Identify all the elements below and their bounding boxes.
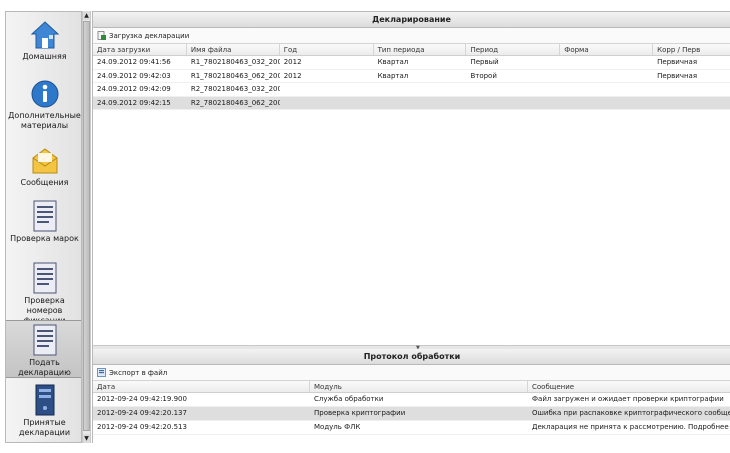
cell: 2012-09-24 09:42:20.137 [97,409,187,417]
protocol-title: Протокол обработки [93,349,730,365]
protocol-panel: Протокол обработки Экспорт в файл Дата М… [93,349,730,435]
sidebar-item-label: Подать декларацию [18,358,71,377]
cell: R1_7802180463_032_200... [190,58,280,66]
house-icon [30,21,59,49]
declarations-table-header: Дата загрузки Имя файла Год Тип периода … [93,44,730,56]
envelope-icon [32,148,57,174]
column-header[interactable]: Год [280,44,374,55]
cell: Первичная [657,71,698,80]
cell: Проверка криптографии [314,409,406,417]
column-header[interactable]: Сообщение [528,381,730,392]
cell [560,56,653,69]
sidebar-item-accepted-declarations[interactable]: Принятые декларации [6,384,81,438]
table-row[interactable]: 24.09.2012 09:42:09 R2_7802180463_032_20… [93,83,730,97]
sidebar-item-materials[interactable]: Дополнительные материалы [6,79,81,131]
table-row[interactable]: 24.09.2012 09:42:03 R1_7802180463_062_20… [93,70,730,83]
cell: R2_7802180463_032_200... [190,85,280,93]
cell: 2012-09-24 09:42:19.900 [97,395,187,403]
document-icon [33,324,56,356]
cell: 2012-09-24 09:42:20.513 [97,423,187,431]
table-row[interactable]: 24.09.2012 09:41:56 R1_7802180463_032_20… [93,56,730,70]
cell: Модуль ФЛК [314,423,361,431]
cell: Файл загружен и ожидает проверки криптог… [532,395,724,403]
sidebar-item-label: Сообщения [20,178,69,187]
cell: 24.09.2012 09:42:09 [97,85,171,93]
cell [560,70,653,83]
cell: Первый [470,58,499,66]
cell: Служба обработки [314,395,384,403]
cell: Декларация не принята к рассмотрению. По… [532,423,730,431]
load-declaration-label: Загрузка декларации [109,31,190,40]
protocol-toolbar: Экспорт в файл [93,365,730,381]
sidebar-scrollbar[interactable]: ▲ ▼ [82,11,91,443]
load-declaration-button[interactable]: Загрузка декларации [97,31,189,40]
upload-document-icon [97,31,106,40]
sidebar-item-check-fixation[interactable]: Проверка номеров фиксации [6,262,81,326]
sidebar-item-label: Дополнительные материалы [8,111,81,130]
cell: Второй [470,71,497,80]
column-header[interactable]: Дата [93,381,310,392]
column-header[interactable]: Дата загрузки [93,44,187,55]
sidebar-item-label: Принятые декларации [18,418,71,437]
cell: 2012 [283,71,302,80]
info-icon [31,80,58,108]
sidebar-item-check-stamps[interactable]: Проверка марок [6,200,81,244]
cell [280,97,374,110]
column-header[interactable]: Имя файла [187,44,280,55]
column-header[interactable]: Корр / Перв [653,44,730,55]
cell [466,83,560,96]
cell: 24.09.2012 09:42:15 [97,98,171,107]
declarations-title: Декларирование [93,12,730,28]
declarations-toolbar: Загрузка декларации [93,28,730,44]
cell: Первичная [657,58,698,66]
declarations-table-body: 24.09.2012 09:41:56 R1_7802180463_032_20… [93,56,730,110]
sidebar-item-label: Домашняя [22,52,67,61]
sidebar-item-label: Проверка марок [10,234,79,243]
sidebar-item-messages[interactable]: Сообщения [6,146,81,188]
scroll-down-arrow-icon[interactable]: ▼ [83,434,90,443]
cell: Квартал [377,71,409,80]
table-row[interactable]: 2012-09-24 09:42:19.900 Служба обработки… [93,393,730,407]
cell [653,83,730,96]
protocol-table-body: 2012-09-24 09:42:19.900 Служба обработки… [93,393,730,435]
cell [560,97,653,110]
export-to-file-label: Экспорт в файл [109,368,168,377]
table-row-selected[interactable]: 24.09.2012 09:42:15 R2_7802180463_062_20… [93,96,730,110]
cell: 24.09.2012 09:42:03 [97,71,171,80]
table-row-selected[interactable]: 2012-09-24 09:42:20.137 Проверка криптог… [93,407,730,421]
cell: Ошибка при распаковке криптографического… [532,409,730,417]
sidebar: Домашняя Дополнительные материалы Сообще… [5,11,82,443]
cell [560,83,653,96]
export-to-file-button[interactable]: Экспорт в файл [97,368,167,377]
column-header[interactable]: Тип периода [374,44,467,55]
export-icon [97,368,106,377]
cell: 2012 [283,58,302,66]
document-icon [33,200,56,232]
column-header[interactable]: Модуль [310,381,528,392]
cell [374,97,467,110]
protocol-table-header: Дата Модуль Сообщение [93,381,730,393]
table-row[interactable]: 2012-09-24 09:42:20.513 Модуль ФЛК Декла… [93,421,730,435]
cell [466,97,560,110]
column-header[interactable]: Форма [560,44,654,55]
cell: 24.09.2012 09:41:56 [97,58,171,66]
cell: R2_7802180463_062_200... [190,98,280,107]
column-header[interactable]: Период [466,44,561,55]
cell [280,83,374,96]
server-icon [35,384,54,416]
main-panel: Декларирование Загрузка декларации Дата … [92,11,730,443]
cell [653,97,730,110]
cell: Квартал [377,58,409,66]
scrollbar-thumb[interactable] [83,21,90,431]
cell [374,83,467,96]
document-icon [33,262,56,294]
sidebar-item-submit-declaration[interactable]: Подать декларацию [6,320,81,378]
scroll-up-arrow-icon[interactable]: ▲ [83,11,90,20]
cell: R1_7802180463_062_200... [190,71,280,80]
sidebar-item-home[interactable]: Домашняя [6,20,81,62]
